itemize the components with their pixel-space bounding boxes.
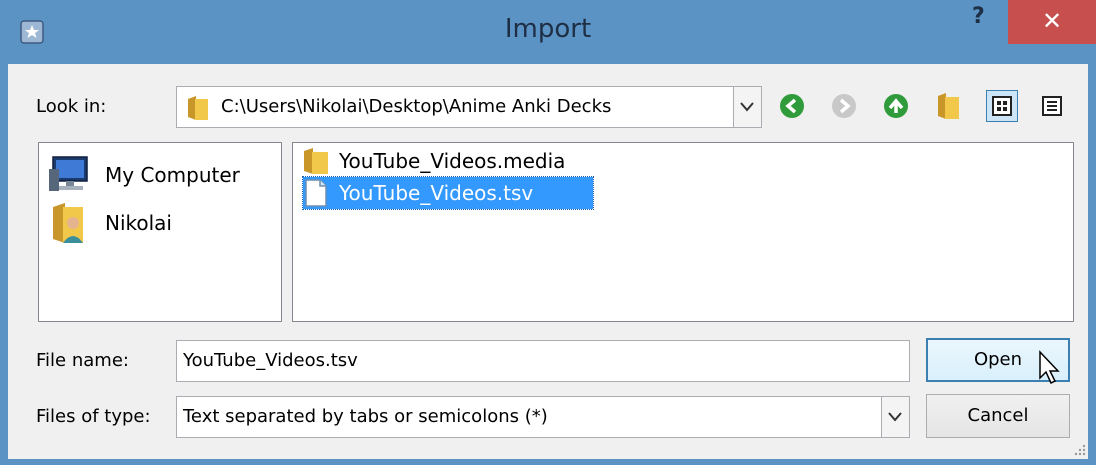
title-bar[interactable]: Import ? ✕ (0, 0, 1096, 64)
import-dialog: Import ? ✕ Look in: C:\Users\Nikolai\Des… (0, 0, 1096, 465)
file-item-label: YouTube_Videos.tsv (339, 181, 534, 205)
chevron-down-icon (888, 412, 902, 422)
detail-view-icon (1042, 96, 1062, 116)
back-button[interactable] (776, 90, 808, 122)
file-type-dropdown[interactable] (881, 397, 909, 437)
look-in-label: Look in: (36, 96, 107, 117)
open-button-label: Open (973, 349, 1023, 370)
file-icon (305, 179, 327, 207)
file-item-folder[interactable]: YouTube_Videos.media (303, 145, 575, 177)
cancel-button[interactable]: Cancel (926, 394, 1070, 438)
close-button[interactable]: ✕ (1008, 0, 1096, 44)
window-title: Import (504, 14, 592, 44)
sidebar-item-label: Nikolai (105, 211, 172, 235)
look-in-path: C:\Users\Nikolai\Desktop\Anime Anki Deck… (221, 96, 612, 117)
file-item-tsv[interactable]: YouTube_Videos.tsv (302, 176, 594, 210)
look-in-combo[interactable]: C:\Users\Nikolai\Desktop\Anime Anki Deck… (176, 86, 762, 128)
look-in-dropdown[interactable] (733, 87, 761, 127)
back-icon (780, 94, 804, 118)
resize-grip-icon[interactable] (1072, 442, 1086, 456)
sidebar-item-nikolai[interactable]: Nikolai (47, 201, 172, 245)
cancel-button-label: Cancel (967, 405, 1029, 426)
sidebar-item-my-computer[interactable]: My Computer (47, 153, 240, 197)
computer-icon (49, 156, 88, 191)
file-type-value: Text separated by tabs or semicolons (*) (183, 406, 548, 427)
new-folder-icon (938, 93, 959, 119)
up-button[interactable] (880, 90, 912, 122)
forward-button[interactable] (828, 90, 860, 122)
file-name-label: File name: (36, 350, 129, 371)
detail-view-button[interactable] (1036, 90, 1068, 122)
list-view-button[interactable] (986, 90, 1018, 122)
user-folder-icon (53, 203, 83, 243)
mouse-cursor-icon (1039, 350, 1060, 385)
file-name-input[interactable]: YouTube_Videos.tsv (176, 340, 910, 382)
file-item-label: YouTube_Videos.media (339, 149, 566, 173)
sidebar-panel: My Computer Nikolai (38, 142, 282, 322)
forward-icon (832, 94, 856, 118)
file-list-panel: YouTube_Videos.media YouTube_Videos.tsv (292, 142, 1074, 322)
folder-icon (304, 148, 328, 174)
file-type-combo[interactable]: Text separated by tabs or semicolons (*) (176, 396, 910, 438)
file-type-label: Files of type: (36, 406, 151, 427)
dialog-body: Look in: C:\Users\Nikolai\Desktop\Anime … (8, 64, 1088, 459)
folder-icon (188, 96, 208, 120)
up-icon (884, 94, 908, 118)
sidebar-item-label: My Computer (105, 163, 240, 187)
help-button[interactable]: ? (972, 4, 985, 29)
chevron-down-icon (740, 102, 754, 112)
new-folder-button[interactable] (932, 90, 964, 122)
list-view-icon (992, 96, 1012, 116)
